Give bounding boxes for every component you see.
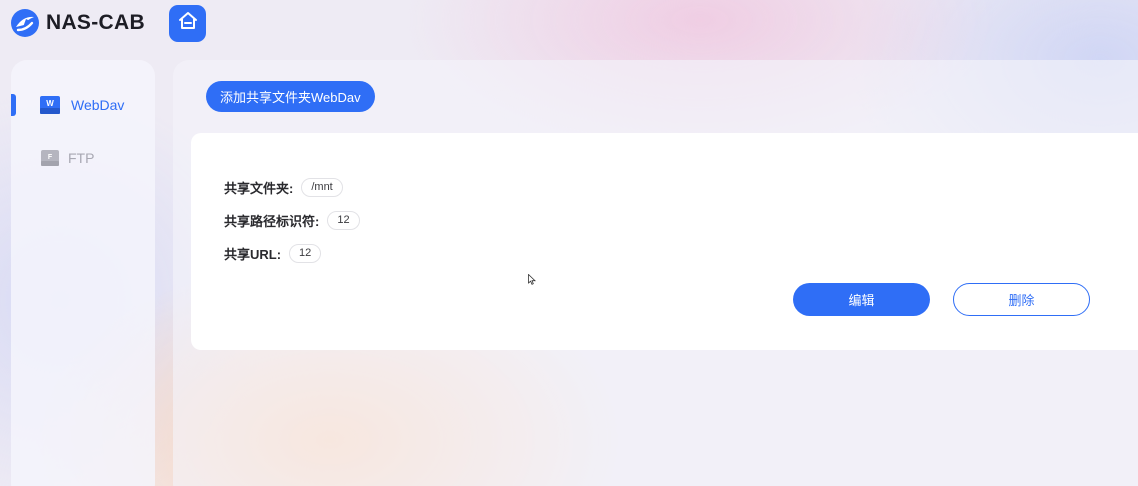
sidebar-item-webdav[interactable]: W WebDav bbox=[11, 85, 155, 125]
share-path-id-value: 12 bbox=[327, 210, 360, 230]
ftp-icon: F bbox=[40, 149, 60, 167]
share-path-id-label: 共享路径标识符: bbox=[224, 213, 320, 229]
share-folder-row: 共享文件夹: /mnt bbox=[224, 177, 343, 197]
share-card: 共享文件夹: /mnt 共享路径标识符: 12 共享URL: 12 编辑 删除 bbox=[191, 133, 1138, 350]
share-path-id-row: 共享路径标识符: 12 bbox=[224, 210, 360, 230]
share-folder-label: 共享文件夹: bbox=[224, 180, 294, 196]
active-indicator bbox=[11, 94, 16, 116]
sidebar: W WebDav F FTP bbox=[11, 60, 155, 486]
share-url-row: 共享URL: 12 bbox=[224, 243, 322, 263]
webdav-icon: W bbox=[40, 96, 60, 114]
share-url-value: 12 bbox=[289, 243, 322, 263]
app-name: NAS-CAB bbox=[46, 11, 145, 34]
svg-text:W: W bbox=[46, 99, 54, 108]
add-webdav-share-button[interactable]: 添加共享文件夹WebDav bbox=[206, 81, 375, 112]
edit-button[interactable]: 编辑 bbox=[793, 283, 930, 316]
delete-button[interactable]: 删除 bbox=[953, 283, 1090, 316]
home-icon bbox=[177, 10, 199, 37]
svg-text:F: F bbox=[48, 154, 53, 161]
sidebar-item-ftp[interactable]: F FTP bbox=[11, 138, 155, 178]
app-logo[interactable]: NAS-CAB bbox=[10, 8, 145, 38]
nas-cab-logo-icon bbox=[10, 8, 40, 38]
top-header: NAS-CAB bbox=[0, 0, 1138, 50]
home-button[interactable] bbox=[169, 5, 206, 42]
sidebar-item-label: WebDav bbox=[71, 97, 125, 113]
sidebar-item-label: FTP bbox=[68, 150, 95, 166]
share-url-label: 共享URL: bbox=[224, 246, 282, 262]
share-folder-value: /mnt bbox=[301, 177, 343, 197]
mouse-cursor-icon bbox=[528, 272, 536, 285]
